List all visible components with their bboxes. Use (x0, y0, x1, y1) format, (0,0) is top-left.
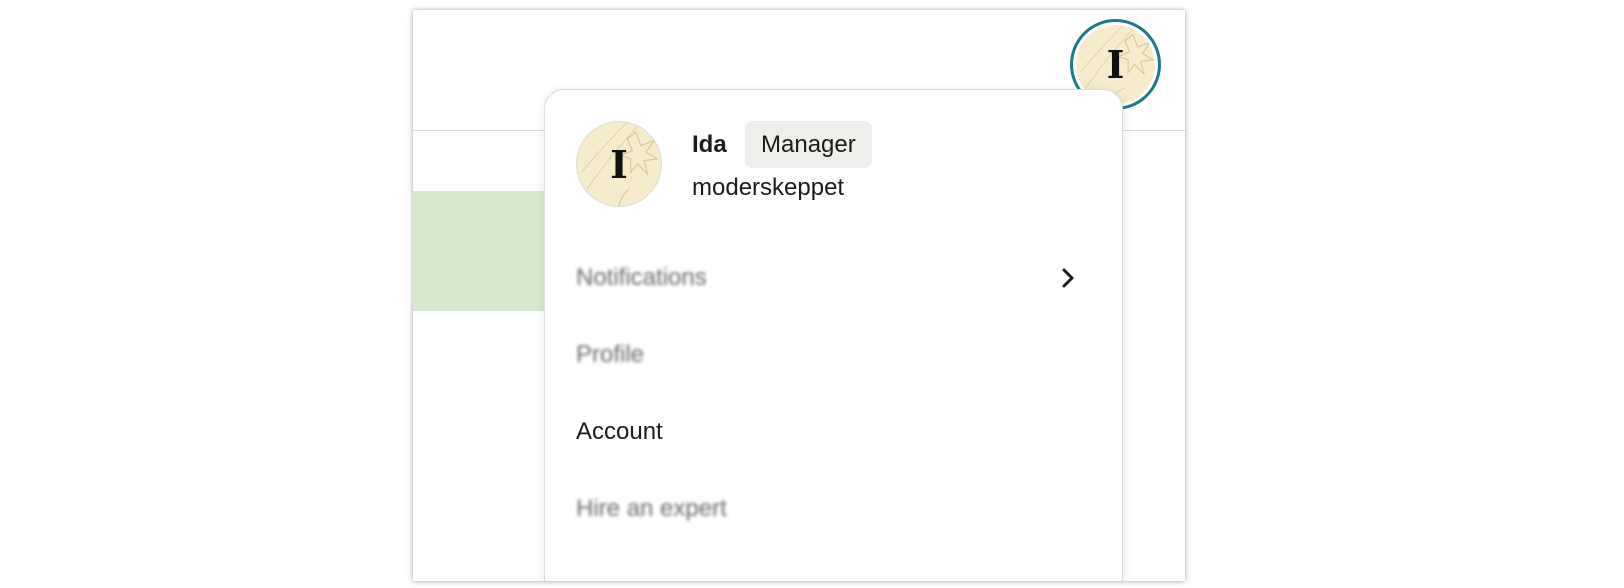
role-badge: Manager (745, 121, 872, 168)
menu-item-hire-an-expert[interactable]: Hire an expert (576, 489, 1092, 529)
menu-item-account[interactable]: Account (576, 412, 1092, 452)
menu-avatar: I (576, 121, 662, 207)
account-dropdown-menu: I Ida Manager moderskeppet Notifications… (544, 89, 1123, 581)
app-window: I I Ida Manager moderskeppet Notificatio… (413, 10, 1185, 581)
menu-item-label: Account (576, 418, 663, 445)
background-content-block (413, 191, 553, 311)
menu-item-profile[interactable]: Profile (576, 335, 1092, 375)
menu-item-notifications[interactable]: Notifications (576, 258, 1092, 298)
shop-name: moderskeppet (692, 174, 845, 201)
menu-item-label: Profile (576, 341, 645, 368)
avatar-initial: I (610, 141, 628, 187)
chevron-right-icon (1062, 268, 1074, 288)
menu-item-label: Hire an expert (576, 495, 727, 522)
menu-item-label: Notifications (576, 264, 707, 291)
user-name: Ida (692, 131, 727, 158)
